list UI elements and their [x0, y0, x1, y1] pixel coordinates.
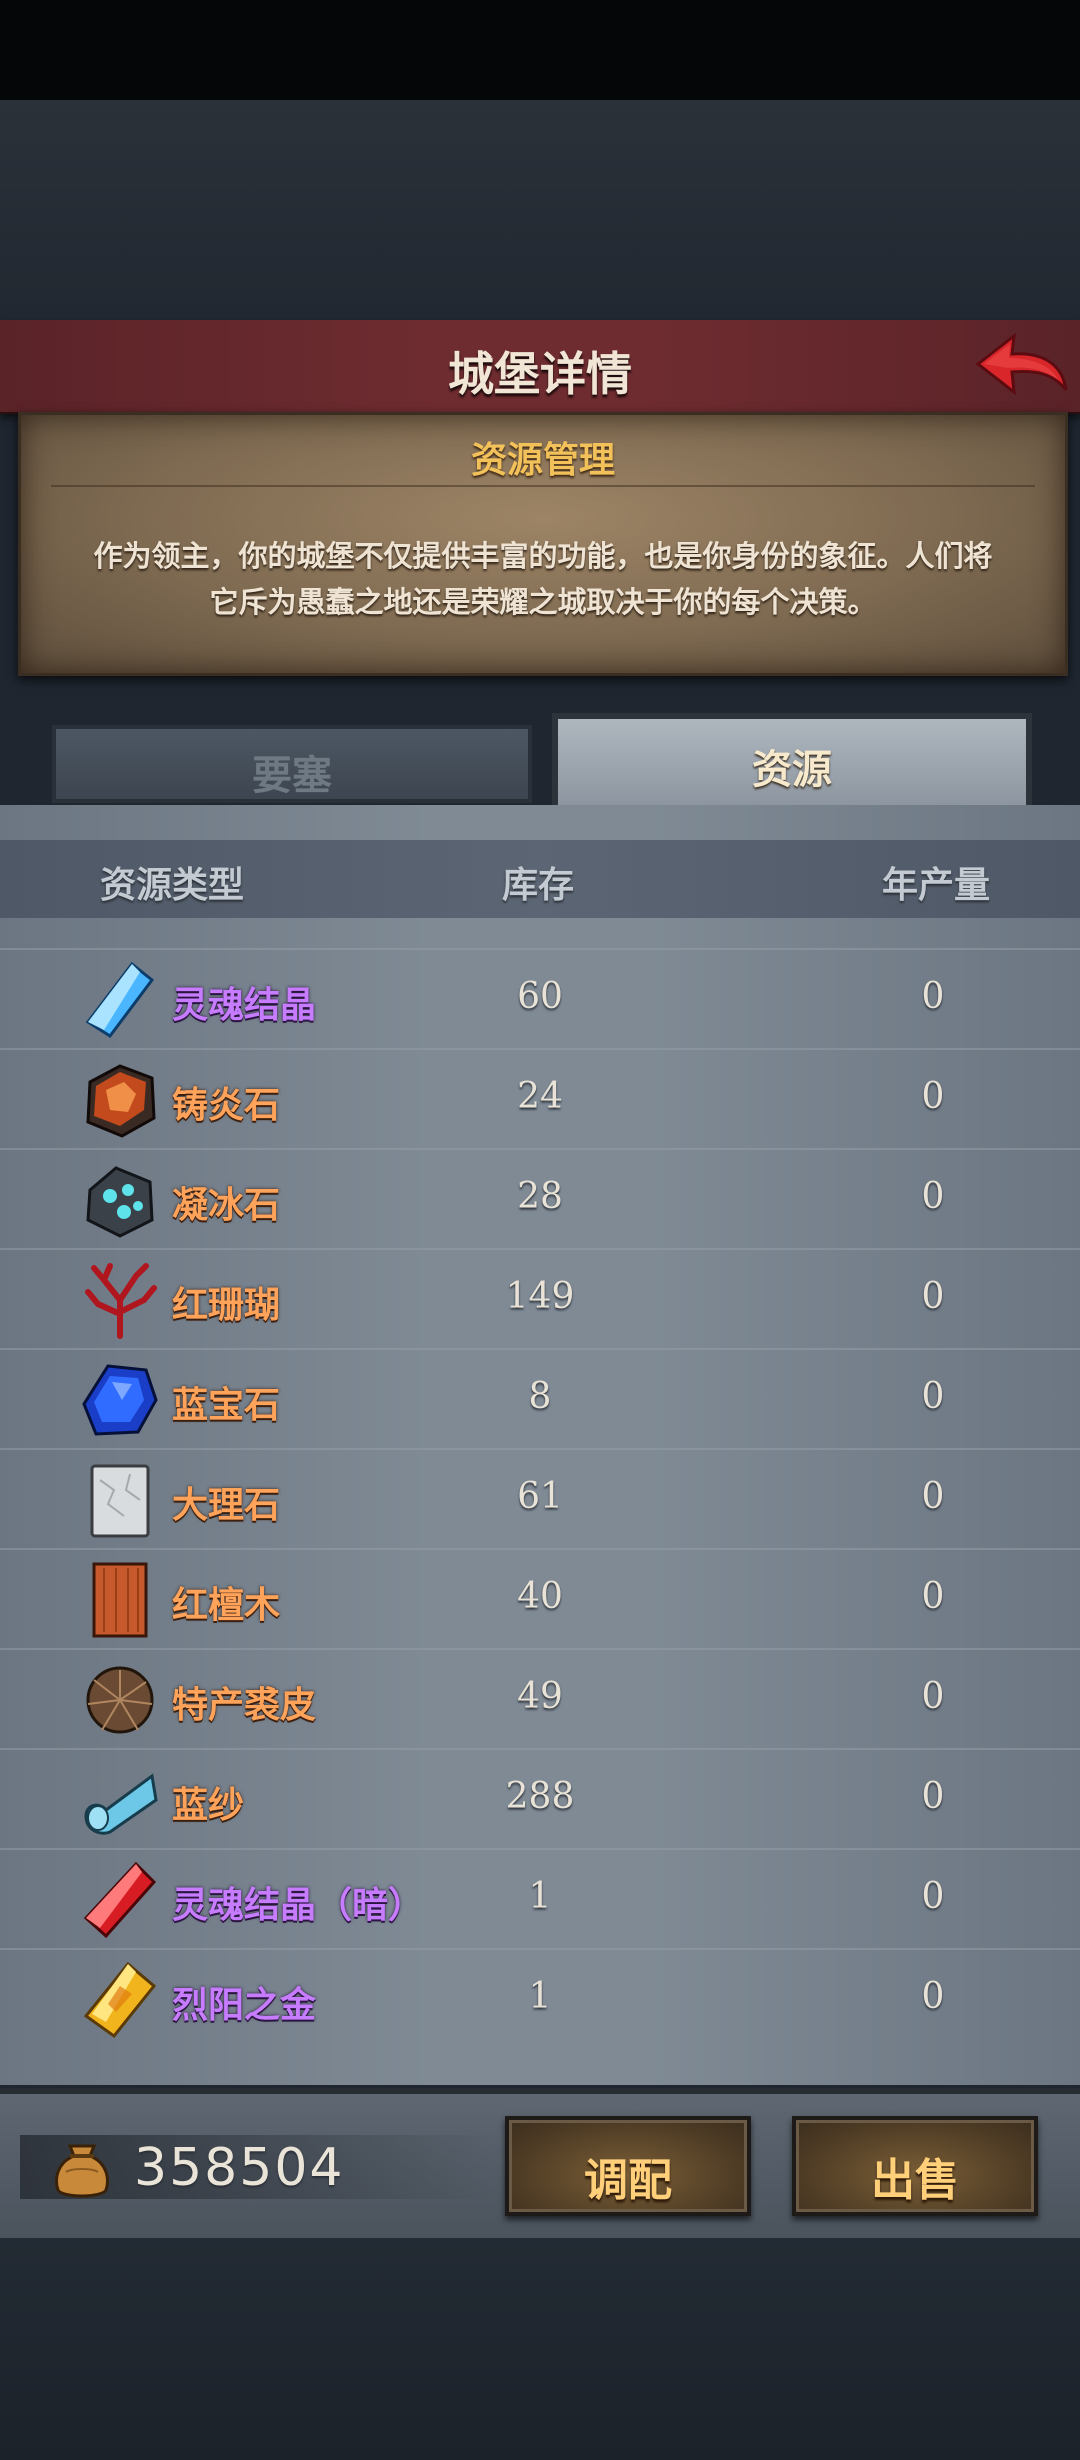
table-row[interactable]: 大理石 61 0 [0, 1448, 1080, 1550]
frost-stone-icon [86, 1166, 154, 1238]
info-description: 作为领主，你的城堡不仅提供丰富的功能，也是你身份的象征。人们将 它斥为愚蠢之地还… [61, 533, 1025, 625]
tab-resources[interactable]: 资源 [552, 713, 1032, 805]
forge-flame-stone-icon [86, 1064, 156, 1138]
background-top [0, 100, 1080, 320]
resource-name: 特产裘皮 [172, 1685, 317, 1726]
resource-stock: 40 [517, 1576, 563, 1617]
red-coral-icon [85, 1263, 157, 1339]
tab-resources-label: 资源 [752, 747, 832, 793]
resource-stock: 24 [517, 1076, 563, 1117]
resource-yield: 0 [921, 976, 945, 1017]
info-title: 资源管理 [470, 440, 615, 481]
gold-sack-icon [55, 2144, 109, 2198]
resource-stock: 8 [528, 1376, 552, 1417]
resource-yield: 0 [921, 1776, 945, 1817]
resource-stock: 288 [505, 1776, 575, 1817]
table-row[interactable]: 蓝纱 288 0 [0, 1748, 1080, 1850]
resource-stock: 61 [517, 1476, 563, 1517]
column-header-yield: 年产量 [882, 865, 991, 906]
resource-yield: 0 [921, 1976, 945, 2017]
blue-crystal-icon [85, 961, 155, 1039]
resource-yield: 0 [921, 1576, 945, 1617]
column-header-type[interactable]: 资源类型 [100, 856, 244, 908]
resource-name: 灵魂结晶（暗） [172, 1885, 425, 1926]
table-header: 资源类型 库存 年产量 [0, 840, 1080, 918]
column-header-stock: 库存 [502, 865, 575, 906]
table-row[interactable]: 铸炎石 24 0 [0, 1048, 1080, 1150]
resource-list[interactable]: 灵魂结晶 60 0 铸炎石 24 0 凝冰石 28 0 红珊瑚 149 0 蓝宝… [0, 918, 1080, 2083]
tab-fortress-label: 要塞 [252, 753, 332, 799]
table-row[interactable]: 灵魂结晶（暗） 1 0 [0, 1848, 1080, 1950]
red-crystal-icon [83, 1861, 157, 1939]
resource-yield: 0 [921, 1476, 945, 1517]
background-bottom [0, 2238, 1080, 2460]
description-line: 作为领主，你的城堡不仅提供丰富的功能，也是你身份的象征。人们将 [93, 539, 993, 573]
status-bar [0, 0, 1080, 100]
resource-stock: 149 [505, 1276, 575, 1317]
resource-yield: 0 [921, 1376, 945, 1417]
resource-stock: 1 [528, 1976, 552, 2017]
table-row[interactable]: 灵魂结晶 60 0 [0, 948, 1080, 1050]
marble-icon [90, 1464, 150, 1538]
resource-name: 红檀木 [172, 1585, 281, 1626]
allocate-button-label: 调配 [584, 2155, 672, 2206]
tab-fortress[interactable]: 要塞 [52, 725, 532, 803]
allocate-button[interactable]: 调配 [505, 2116, 751, 2216]
page-title: 城堡详情 [448, 347, 632, 401]
resource-yield: 0 [921, 1176, 945, 1217]
resource-name: 烈阳之金 [172, 1985, 317, 2026]
sun-gold-icon [83, 1961, 157, 2039]
gold-amount: 358504 [134, 2138, 345, 2198]
resource-name: 铸炎石 [172, 1085, 281, 1126]
resource-stock: 28 [517, 1176, 563, 1217]
resource-yield: 0 [921, 1876, 945, 1917]
resource-name: 蓝纱 [172, 1785, 245, 1826]
resource-yield: 0 [921, 1676, 945, 1717]
resource-stock: 1 [528, 1876, 552, 1917]
resource-stock: 49 [517, 1676, 563, 1717]
sell-button[interactable]: 出售 [792, 2116, 1038, 2216]
back-arrow-icon[interactable] [970, 326, 1070, 406]
resource-stock: 60 [517, 976, 563, 1017]
table-row[interactable]: 红檀木 40 0 [0, 1548, 1080, 1650]
resource-name: 凝冰石 [172, 1185, 281, 1226]
table-row[interactable]: 蓝宝石 8 0 [0, 1348, 1080, 1450]
sell-button-label: 出售 [871, 2155, 959, 2206]
resource-name: 蓝宝石 [172, 1385, 281, 1426]
resource-name: 红珊瑚 [172, 1285, 281, 1326]
tab-bar: 要塞 资源 [0, 705, 1080, 805]
description-line: 它斥为愚蠢之地还是荣耀之城取决于你的每个决策。 [209, 585, 877, 619]
sapphire-icon [82, 1364, 158, 1436]
fur-pelt-icon [86, 1666, 154, 1734]
table-row[interactable]: 凝冰石 28 0 [0, 1148, 1080, 1250]
table-row[interactable]: 特产裘皮 49 0 [0, 1648, 1080, 1750]
blue-silk-icon [84, 1773, 158, 1835]
info-parchment: 资源管理 作为领主，你的城堡不仅提供丰富的功能，也是你身份的象征。人们将 它斥为… [18, 412, 1068, 676]
resource-yield: 0 [921, 1076, 945, 1117]
resource-name: 灵魂结晶 [172, 985, 317, 1026]
resource-yield: 0 [921, 1276, 945, 1317]
divider [51, 485, 1035, 487]
resource-name: 大理石 [172, 1485, 281, 1526]
title-banner: 城堡详情 [0, 320, 1080, 414]
table-row[interactable]: 红珊瑚 149 0 [0, 1248, 1080, 1350]
table-row[interactable]: 烈阳之金 1 0 [0, 1948, 1080, 2050]
red-sandalwood-icon [92, 1562, 148, 1638]
